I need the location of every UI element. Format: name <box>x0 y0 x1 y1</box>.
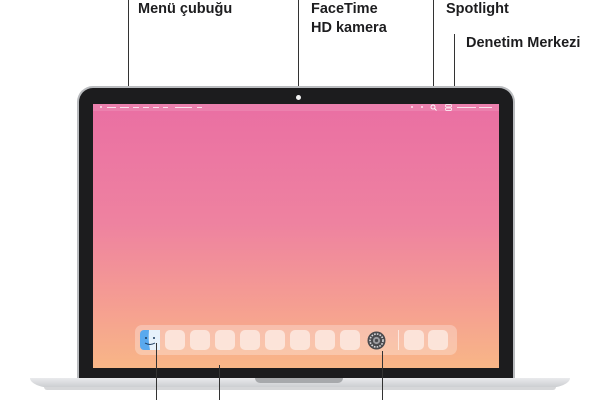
finder-icon[interactable] <box>140 330 160 350</box>
facetime-camera <box>296 95 301 100</box>
status-icon[interactable] <box>411 106 413 108</box>
dock-app[interactable] <box>428 330 448 350</box>
system-settings-leader <box>382 351 383 400</box>
dock-app[interactable] <box>265 330 285 350</box>
control-center-icon[interactable] <box>445 104 452 111</box>
magnifier-icon[interactable] <box>430 104 437 111</box>
menu-item[interactable] <box>107 107 116 108</box>
finder-leader <box>156 343 157 400</box>
menu-item[interactable] <box>133 107 139 108</box>
menu-clock[interactable] <box>457 107 476 108</box>
dock-app[interactable] <box>290 330 310 350</box>
dock-separator <box>398 330 399 350</box>
system-settings-icon[interactable] <box>367 331 386 350</box>
lid-opening-notch <box>255 378 343 383</box>
facetime-camera-label-line1: FaceTime <box>311 1 378 17</box>
base-foot <box>44 387 556 390</box>
spotlight-label: Spotlight <box>446 1 509 17</box>
menu-bar[interactable] <box>93 104 499 111</box>
apple-icon[interactable] <box>100 106 102 108</box>
dock-app[interactable] <box>315 330 335 350</box>
menu-item[interactable] <box>163 107 168 108</box>
dock-app[interactable] <box>340 330 360 350</box>
menu-item[interactable] <box>120 107 129 108</box>
dock-leader <box>219 365 220 400</box>
dock <box>135 325 457 355</box>
menu-item[interactable] <box>143 107 149 108</box>
dock-app[interactable] <box>215 330 235 350</box>
menu-item[interactable] <box>175 107 192 108</box>
menu-item[interactable] <box>153 107 159 108</box>
control-center-label: Denetim Merkezi <box>466 35 581 51</box>
desktop-screen <box>93 104 499 368</box>
status-icon[interactable] <box>421 106 423 108</box>
facetime-camera-label-line2: HD kamera <box>311 20 387 36</box>
menu-item[interactable] <box>197 107 202 108</box>
camera-leader <box>298 0 299 93</box>
dock-app[interactable] <box>190 330 210 350</box>
menu-bar-label: Menü çubuğu <box>138 1 233 17</box>
dock-app[interactable] <box>404 330 424 350</box>
dock-app[interactable] <box>165 330 185 350</box>
dock-app[interactable] <box>240 330 260 350</box>
menu-clock[interactable] <box>479 107 492 108</box>
